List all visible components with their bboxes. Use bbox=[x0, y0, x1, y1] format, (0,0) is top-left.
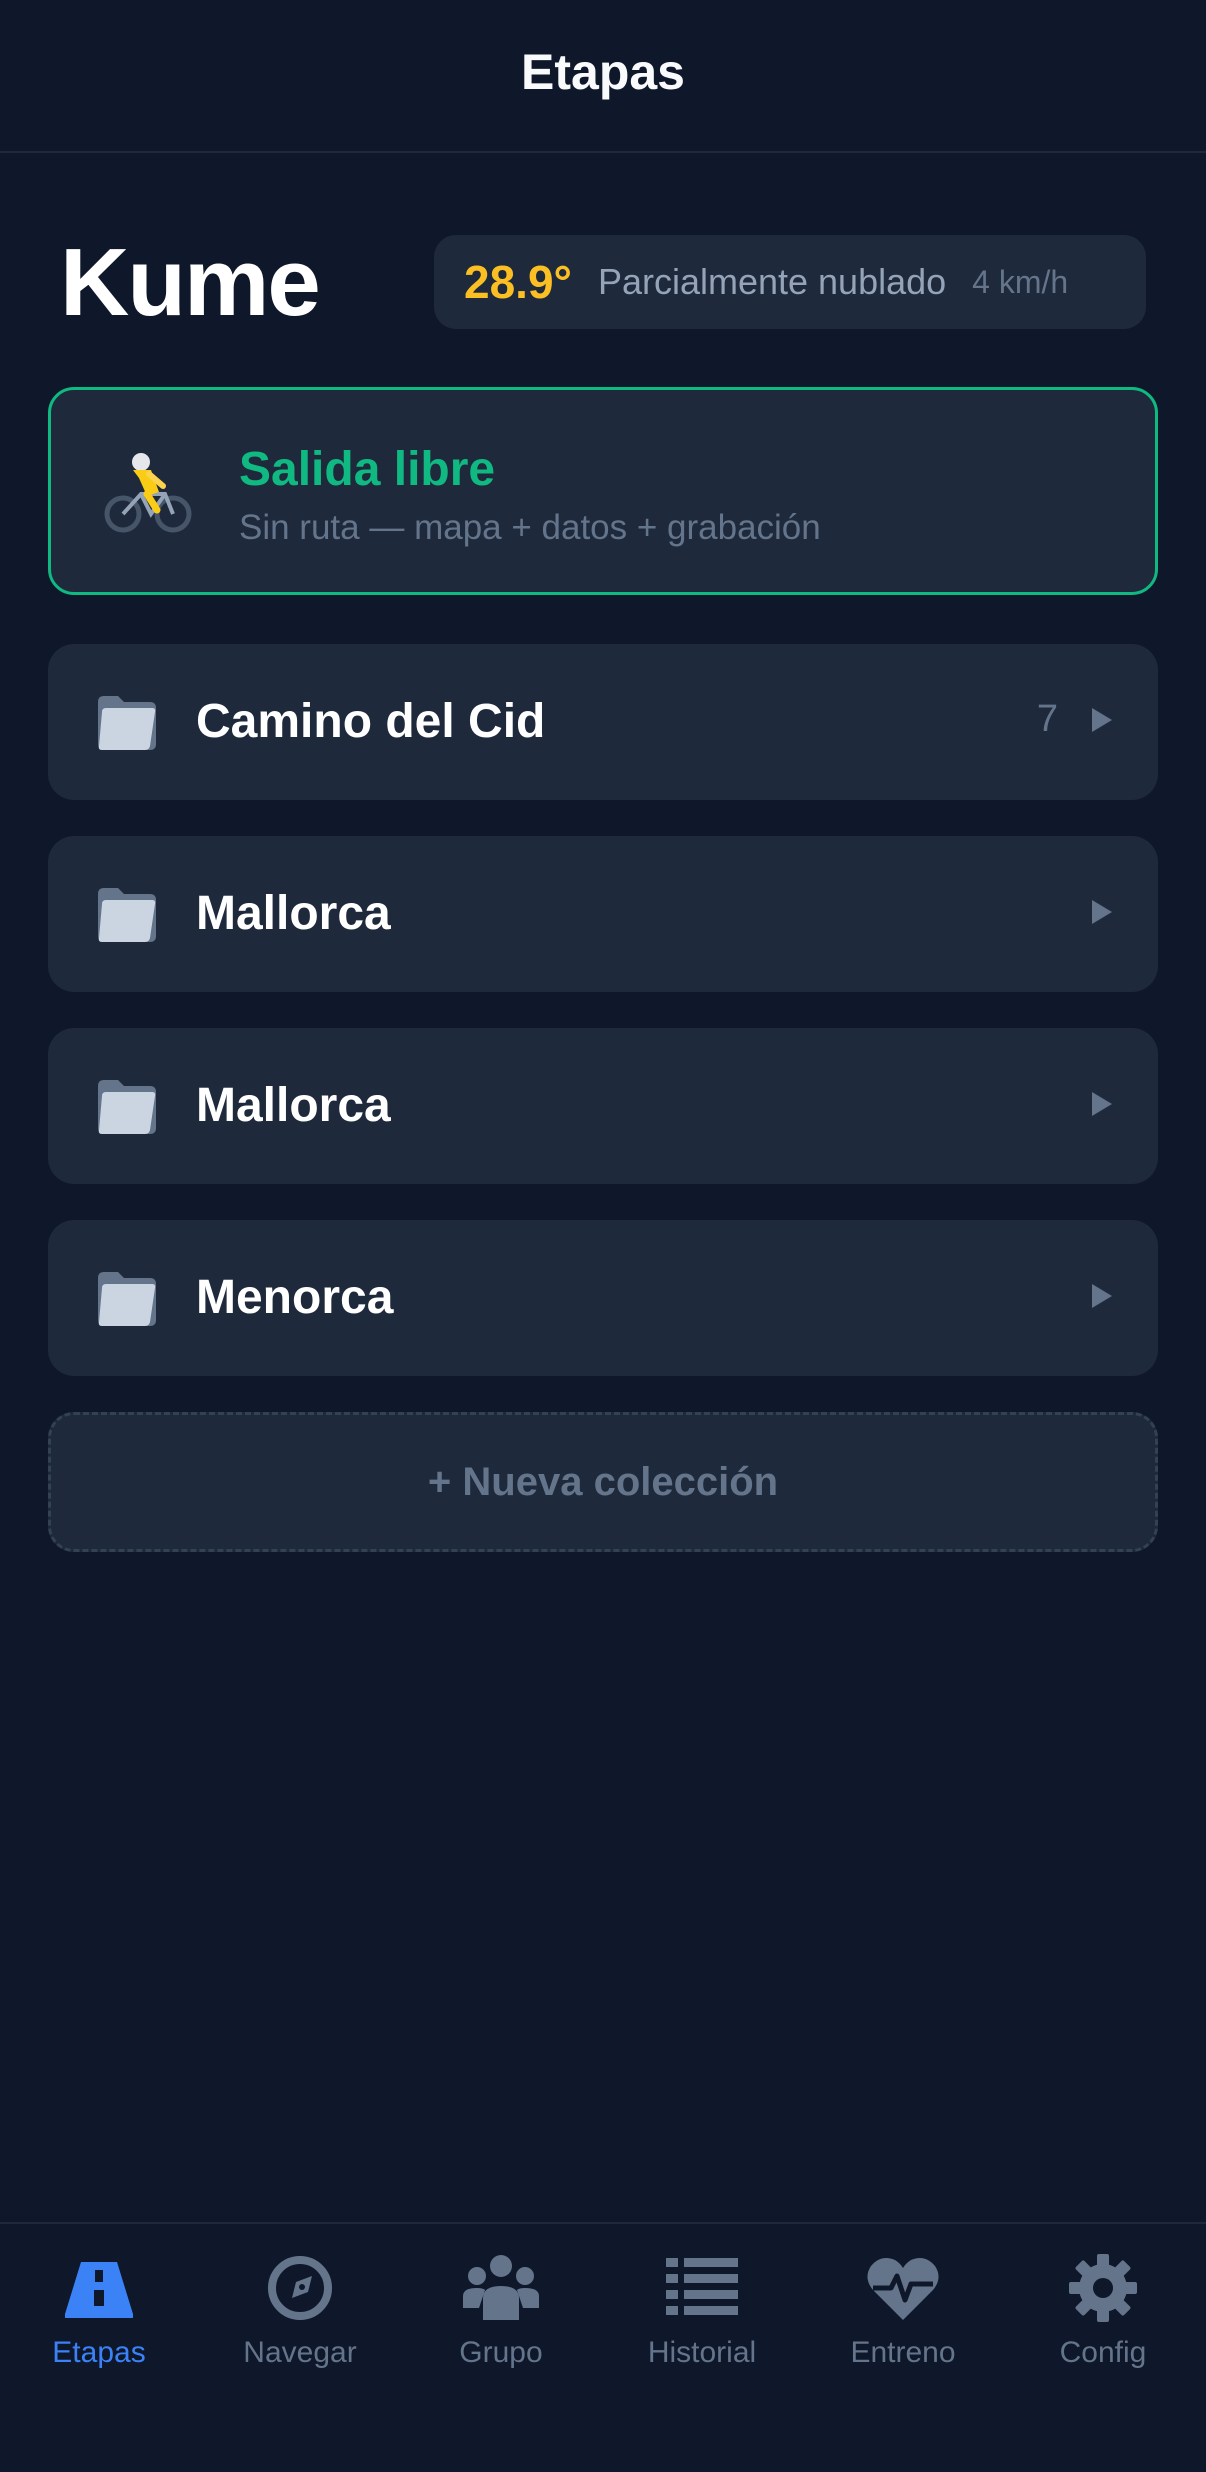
list-icon bbox=[666, 2258, 738, 2315]
header: Etapas bbox=[0, 0, 1206, 153]
folder-icon bbox=[98, 888, 156, 942]
collection-item[interactable]: Mallorca bbox=[48, 1028, 1158, 1184]
tab-label: Entreno bbox=[850, 2336, 956, 2369]
collection-name: Camino del Cid bbox=[196, 695, 546, 748]
screen: Etapas Kume 28.9° Parcialmente nublado 4… bbox=[0, 0, 1206, 2472]
folder-icon bbox=[98, 1080, 156, 1134]
tab-historial[interactable]: Historial bbox=[607, 2248, 797, 2398]
tab-entreno[interactable]: Entreno bbox=[808, 2248, 998, 2398]
weather-widget: 28.9° Parcialmente nublado 4 km/h bbox=[434, 235, 1146, 329]
collection-name: Mallorca bbox=[196, 1079, 391, 1132]
collection-item[interactable]: Mallorca bbox=[48, 836, 1158, 992]
group-icon bbox=[463, 2255, 539, 2320]
tab-grupo[interactable]: Grupo bbox=[406, 2248, 596, 2398]
collection-name: Menorca bbox=[196, 1271, 394, 1324]
tab-label: Historial bbox=[647, 2336, 757, 2369]
chevron-right-icon bbox=[1092, 900, 1112, 924]
chevron-right-icon bbox=[1092, 1092, 1112, 1116]
free-ride-title: Salida libre bbox=[239, 443, 496, 496]
collection-count: 7 bbox=[1036, 698, 1058, 740]
weather-temperature: 28.9° bbox=[464, 256, 572, 308]
page-title: Etapas bbox=[521, 43, 685, 100]
collection-name: Mallorca bbox=[196, 887, 391, 940]
folder-icon bbox=[98, 696, 156, 750]
road-icon bbox=[65, 2262, 133, 2318]
tab-config[interactable]: Config bbox=[1008, 2248, 1198, 2398]
collection-item[interactable]: Menorca bbox=[48, 1220, 1158, 1376]
free-ride-subtitle: Sin ruta — mapa + datos + grabación bbox=[239, 508, 821, 547]
compass-icon bbox=[268, 2256, 332, 2320]
tab-label: Grupo bbox=[459, 2336, 543, 2369]
tab-label: Config bbox=[1059, 2336, 1147, 2369]
weather-condition: Parcialmente nublado bbox=[597, 261, 947, 302]
tab-label: Navegar bbox=[243, 2336, 357, 2369]
new-collection-label: + Nueva colección bbox=[427, 1459, 779, 1504]
tab-label: Etapas bbox=[52, 2336, 146, 2369]
free-ride-card[interactable]: Salida libre Sin ruta — mapa + datos + g… bbox=[48, 387, 1158, 595]
heart-pulse-icon bbox=[867, 2258, 939, 2320]
folder-icon bbox=[98, 1272, 156, 1326]
tab-bar: Etapas Navegar Grupo Historial Entreno C… bbox=[0, 2222, 1206, 2472]
cyclist-icon bbox=[104, 453, 192, 533]
weather-wind: 4 km/h bbox=[972, 263, 1069, 300]
tab-etapas[interactable]: Etapas bbox=[4, 2248, 194, 2398]
gear-icon bbox=[1069, 2254, 1137, 2322]
new-collection-button[interactable]: + Nueva colección bbox=[48, 1412, 1158, 1552]
tab-navegar[interactable]: Navegar bbox=[205, 2248, 395, 2398]
chevron-right-icon bbox=[1092, 1284, 1112, 1308]
profile-name: Kume bbox=[60, 229, 321, 336]
collection-item[interactable]: Camino del Cid 7 bbox=[48, 644, 1158, 800]
chevron-right-icon bbox=[1092, 708, 1112, 732]
